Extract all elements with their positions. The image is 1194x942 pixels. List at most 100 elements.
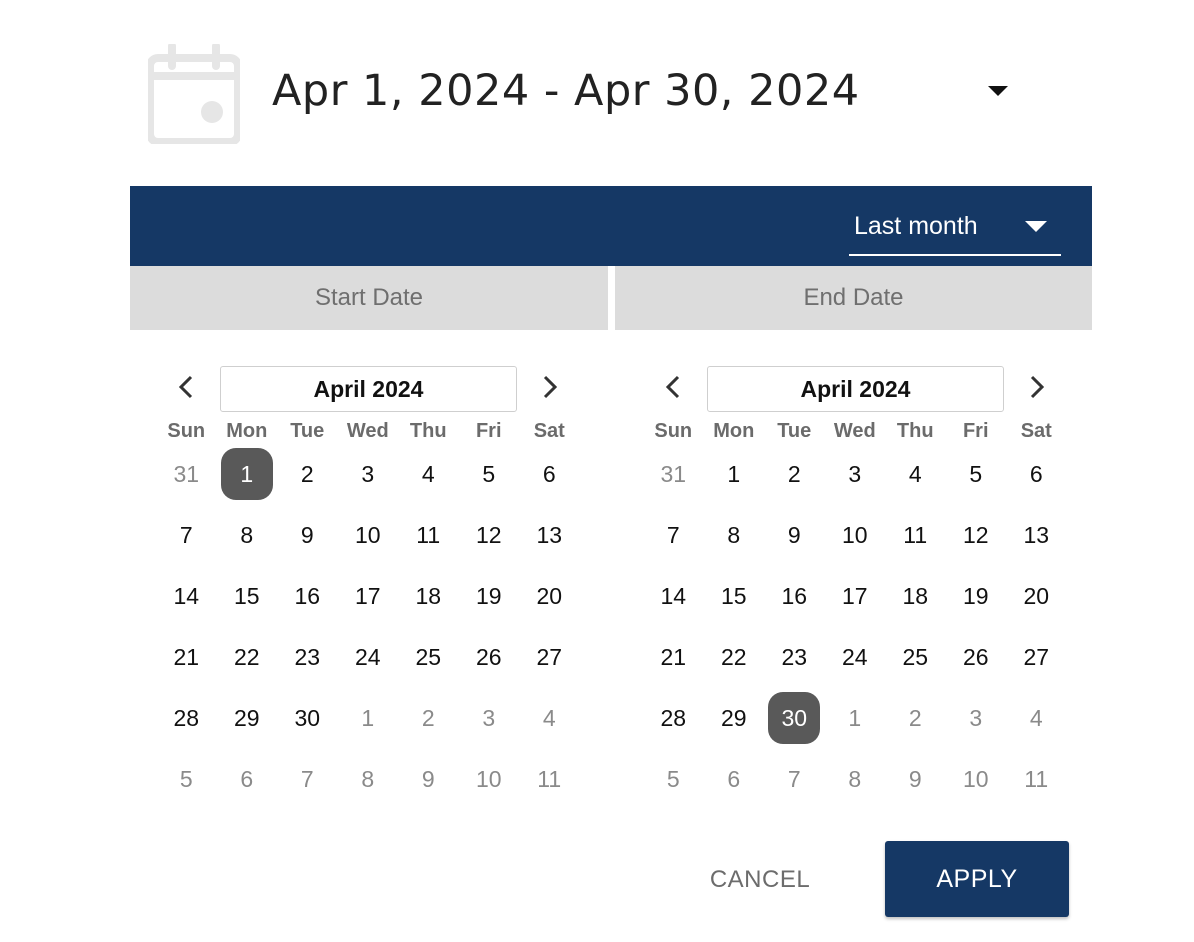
chevron-left-icon[interactable]: [659, 372, 689, 402]
day-cell[interactable]: 16: [768, 570, 820, 622]
day-cell[interactable]: 13: [523, 509, 575, 561]
day-cell[interactable]: 10: [950, 753, 1002, 805]
chevron-left-icon[interactable]: [172, 372, 202, 402]
weekday-label: Sat: [1020, 420, 1052, 442]
day-cell[interactable]: 24: [342, 631, 394, 683]
chevron-right-icon[interactable]: [1021, 372, 1051, 402]
preset-select-value: Last month: [854, 212, 978, 240]
day-cell[interactable]: 8: [708, 509, 760, 561]
day-cell[interactable]: 24: [829, 631, 881, 683]
day-cell[interactable]: 29: [708, 692, 760, 744]
day-cell[interactable]: 17: [829, 570, 881, 622]
month-title[interactable]: April 2024: [707, 366, 1004, 412]
day-cell[interactable]: 25: [889, 631, 941, 683]
day-cell[interactable]: 27: [1010, 631, 1062, 683]
day-cell[interactable]: 14: [160, 570, 212, 622]
day-cell[interactable]: 26: [463, 631, 515, 683]
day-cell[interactable]: 4: [402, 448, 454, 500]
day-cell[interactable]: 9: [889, 753, 941, 805]
day-cell[interactable]: 11: [402, 509, 454, 561]
day-cell[interactable]: 27: [523, 631, 575, 683]
day-cell[interactable]: 14: [647, 570, 699, 622]
day-cell[interactable]: 16: [281, 570, 333, 622]
day-cell[interactable]: 5: [950, 448, 1002, 500]
day-cell[interactable]: 12: [950, 509, 1002, 561]
day-cell[interactable]: 1: [829, 692, 881, 744]
day-cell[interactable]: 13: [1010, 509, 1062, 561]
day-cell[interactable]: 15: [708, 570, 760, 622]
day-cell[interactable]: 31: [647, 448, 699, 500]
day-cell[interactable]: 3: [342, 448, 394, 500]
day-cell[interactable]: 9: [281, 509, 333, 561]
preset-select[interactable]: Last month: [849, 204, 1061, 256]
day-cell[interactable]: 3: [829, 448, 881, 500]
chevron-right-icon[interactable]: [534, 372, 564, 402]
day-cell[interactable]: 7: [768, 753, 820, 805]
day-cell[interactable]: 3: [463, 692, 515, 744]
tab-start-date[interactable]: Start Date: [130, 266, 608, 330]
day-cell[interactable]: 2: [768, 448, 820, 500]
day-cell[interactable]: 10: [463, 753, 515, 805]
day-cell[interactable]: 8: [829, 753, 881, 805]
day-cell[interactable]: 6: [523, 448, 575, 500]
day-cell[interactable]: 18: [889, 570, 941, 622]
month-title[interactable]: April 2024: [220, 366, 517, 412]
day-cell[interactable]: 28: [160, 692, 212, 744]
day-cell[interactable]: 7: [647, 509, 699, 561]
day-cell[interactable]: 4: [889, 448, 941, 500]
day-cell[interactable]: 19: [950, 570, 1002, 622]
day-cell[interactable]: 11: [1010, 753, 1062, 805]
day-cell[interactable]: 21: [160, 631, 212, 683]
weekday-label: Mon: [226, 420, 268, 442]
day-cell[interactable]: 7: [281, 753, 333, 805]
day-cell[interactable]: 19: [463, 570, 515, 622]
day-cell[interactable]: 22: [221, 631, 273, 683]
day-cell[interactable]: 15: [221, 570, 273, 622]
day-cell[interactable]: 6: [708, 753, 760, 805]
day-cell[interactable]: 12: [463, 509, 515, 561]
day-cell[interactable]: 25: [402, 631, 454, 683]
day-cell[interactable]: 23: [281, 631, 333, 683]
day-cell[interactable]: 18: [402, 570, 454, 622]
day-cell[interactable]: 1: [708, 448, 760, 500]
selected-day[interactable]: 1: [220, 448, 273, 500]
day-cell[interactable]: 9: [402, 753, 454, 805]
day-cell[interactable]: 2: [889, 692, 941, 744]
tab-end-date[interactable]: End Date: [615, 266, 1092, 330]
day-cell[interactable]: 2: [402, 692, 454, 744]
day-cell[interactable]: 20: [523, 570, 575, 622]
day-cell[interactable]: 1: [342, 692, 394, 744]
day-cell[interactable]: 11: [889, 509, 941, 561]
day-cell[interactable]: 23: [768, 631, 820, 683]
date-range-trigger[interactable]: Apr 1, 2024 - Apr 30, 2024: [140, 40, 1040, 150]
day-cell[interactable]: 11: [523, 753, 575, 805]
day-cell[interactable]: 8: [221, 509, 273, 561]
day-cell[interactable]: 22: [708, 631, 760, 683]
day-cell[interactable]: 21: [647, 631, 699, 683]
day-cell[interactable]: 10: [829, 509, 881, 561]
day-cell[interactable]: 5: [463, 448, 515, 500]
day-cell[interactable]: 5: [160, 753, 212, 805]
caret-down-icon[interactable]: [988, 86, 1008, 96]
day-cell[interactable]: 28: [647, 692, 699, 744]
day-cell[interactable]: 8: [342, 753, 394, 805]
day-cell[interactable]: 9: [768, 509, 820, 561]
day-cell[interactable]: 2: [281, 448, 333, 500]
day-cell[interactable]: 6: [1010, 448, 1062, 500]
apply-button[interactable]: APPLY: [885, 841, 1069, 917]
day-cell[interactable]: 30: [281, 692, 333, 744]
day-cell[interactable]: 17: [342, 570, 394, 622]
day-cell[interactable]: 29: [221, 692, 273, 744]
day-cell[interactable]: 6: [221, 753, 273, 805]
day-cell[interactable]: 4: [523, 692, 575, 744]
day-cell[interactable]: 5: [647, 753, 699, 805]
day-cell[interactable]: 20: [1010, 570, 1062, 622]
selected-day[interactable]: 30: [768, 692, 821, 744]
day-cell[interactable]: 31: [160, 448, 212, 500]
day-cell[interactable]: 4: [1010, 692, 1062, 744]
day-cell[interactable]: 10: [342, 509, 394, 561]
day-cell[interactable]: 26: [950, 631, 1002, 683]
day-cell[interactable]: 3: [950, 692, 1002, 744]
cancel-button[interactable]: CANCEL: [685, 855, 835, 905]
day-cell[interactable]: 7: [160, 509, 212, 561]
